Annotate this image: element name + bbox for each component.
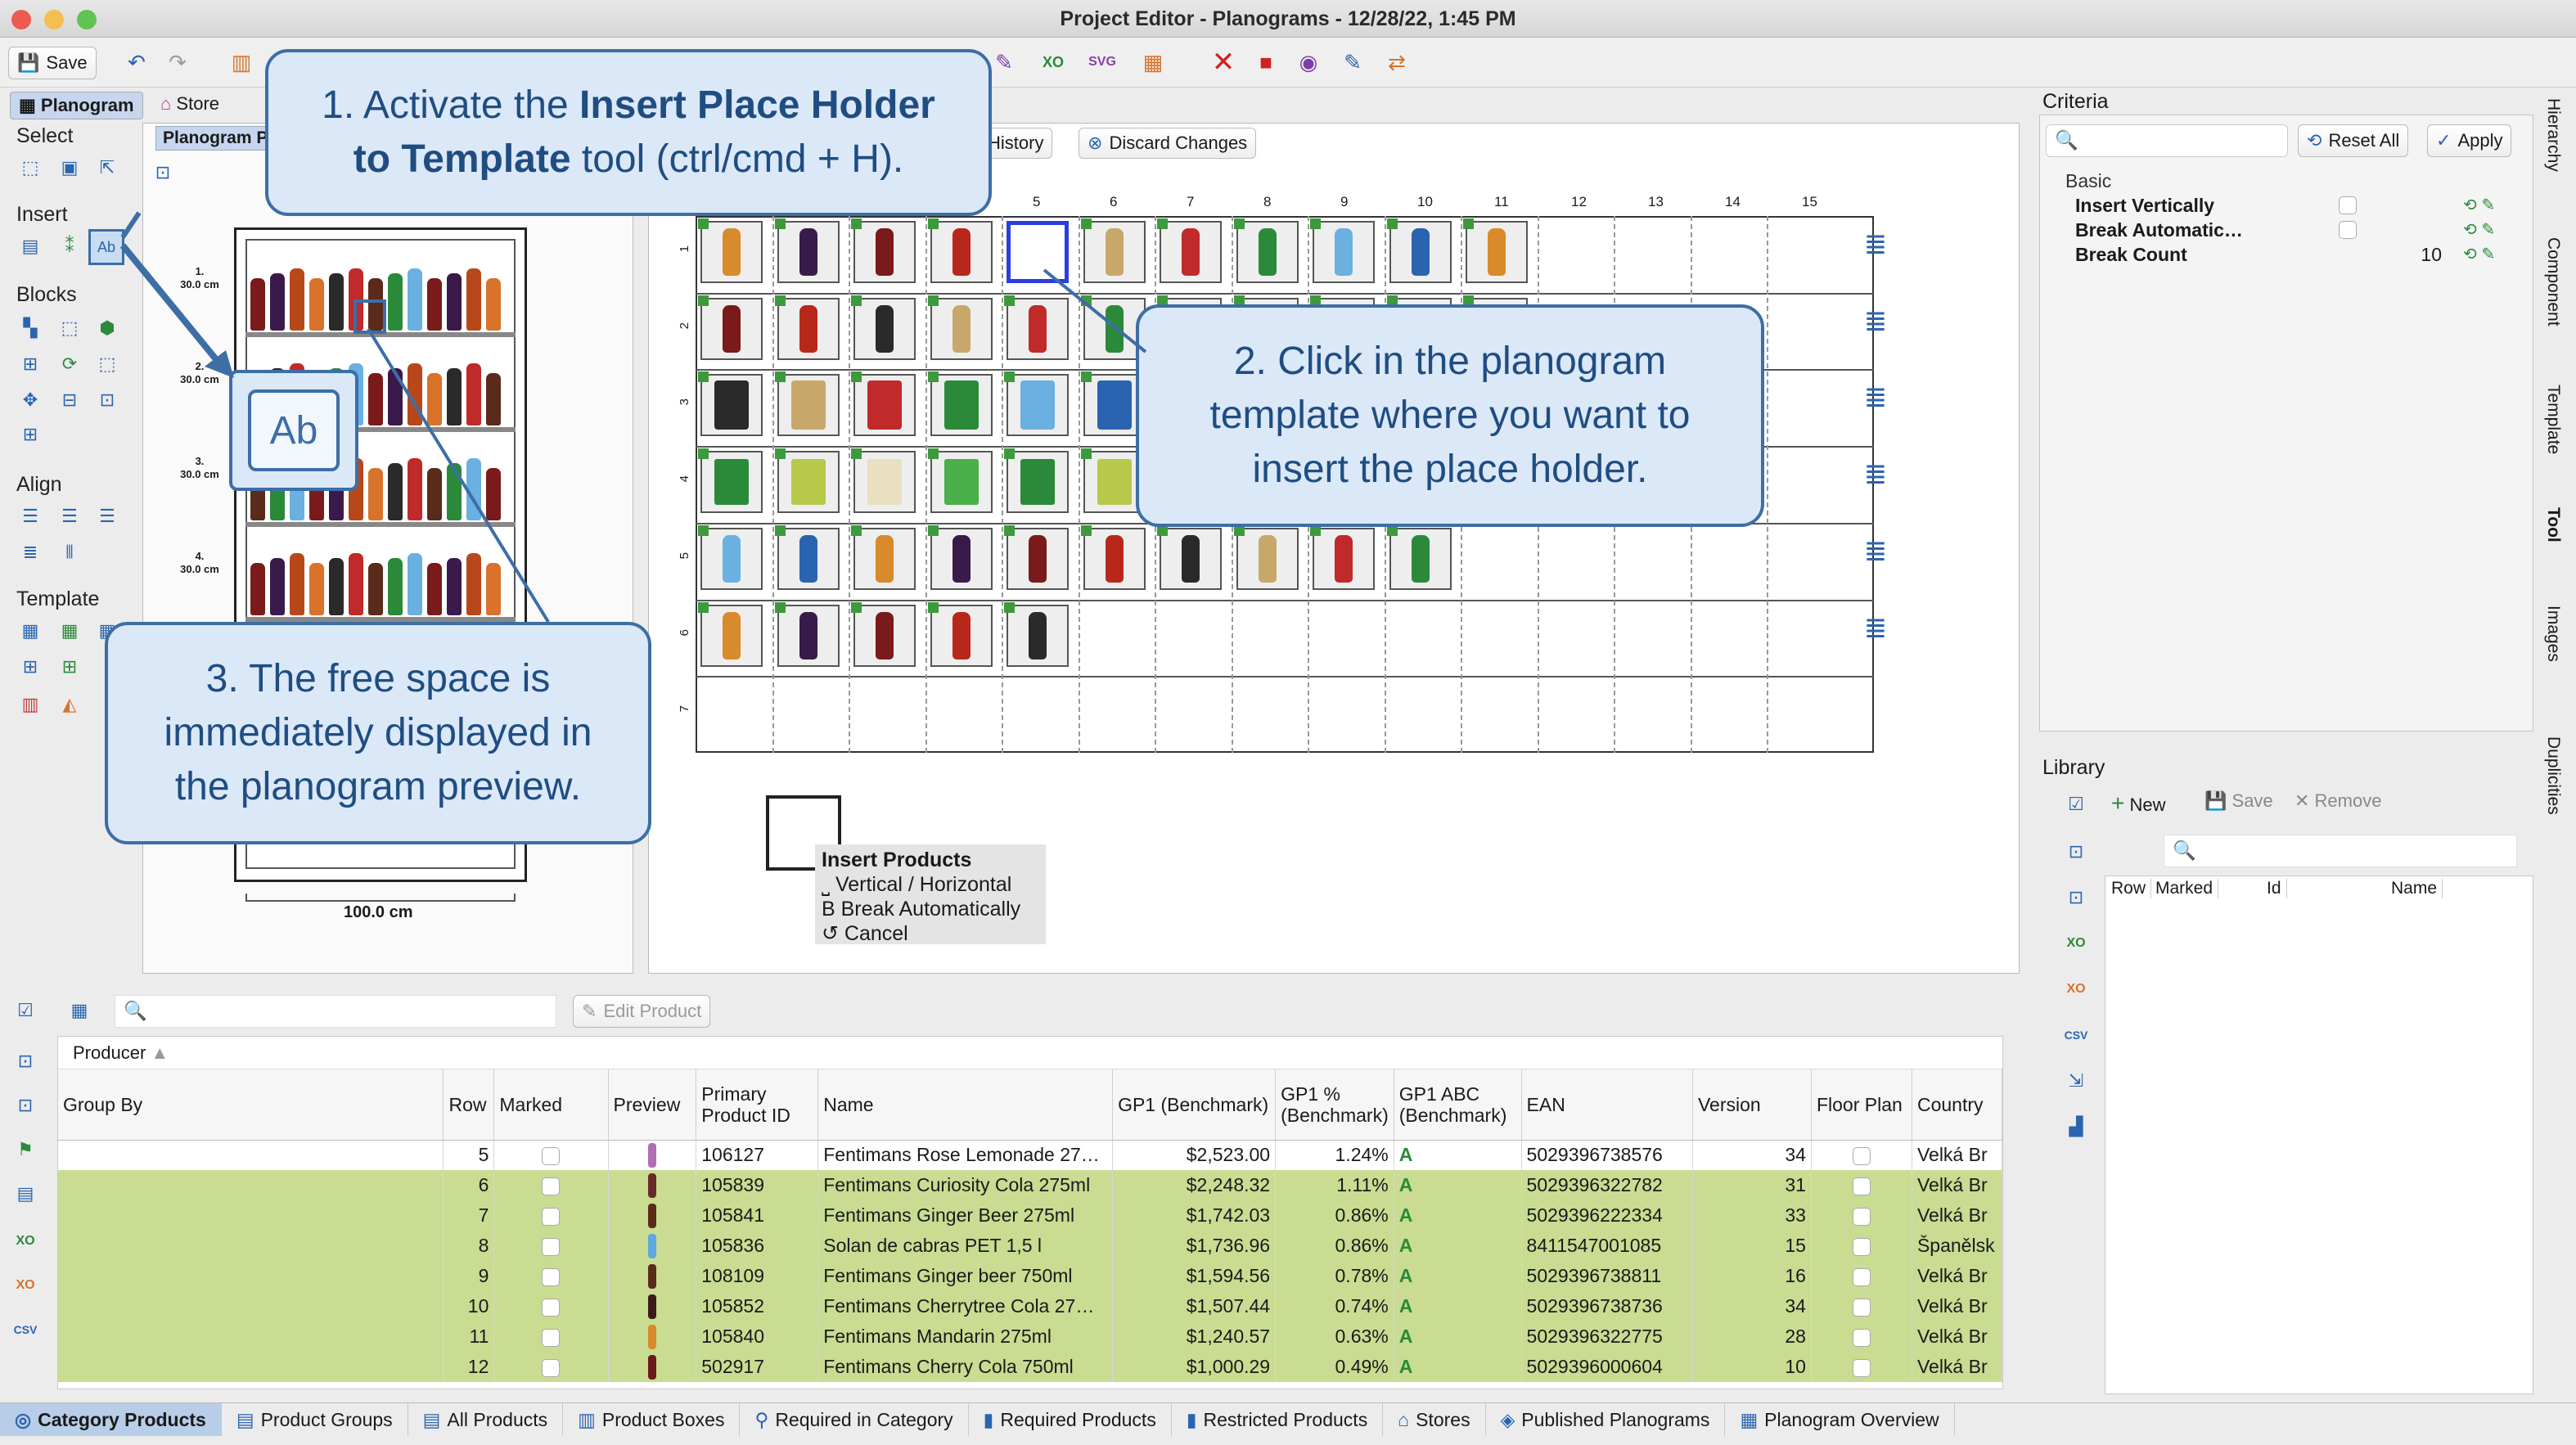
- callout-arrows: [119, 211, 1147, 623]
